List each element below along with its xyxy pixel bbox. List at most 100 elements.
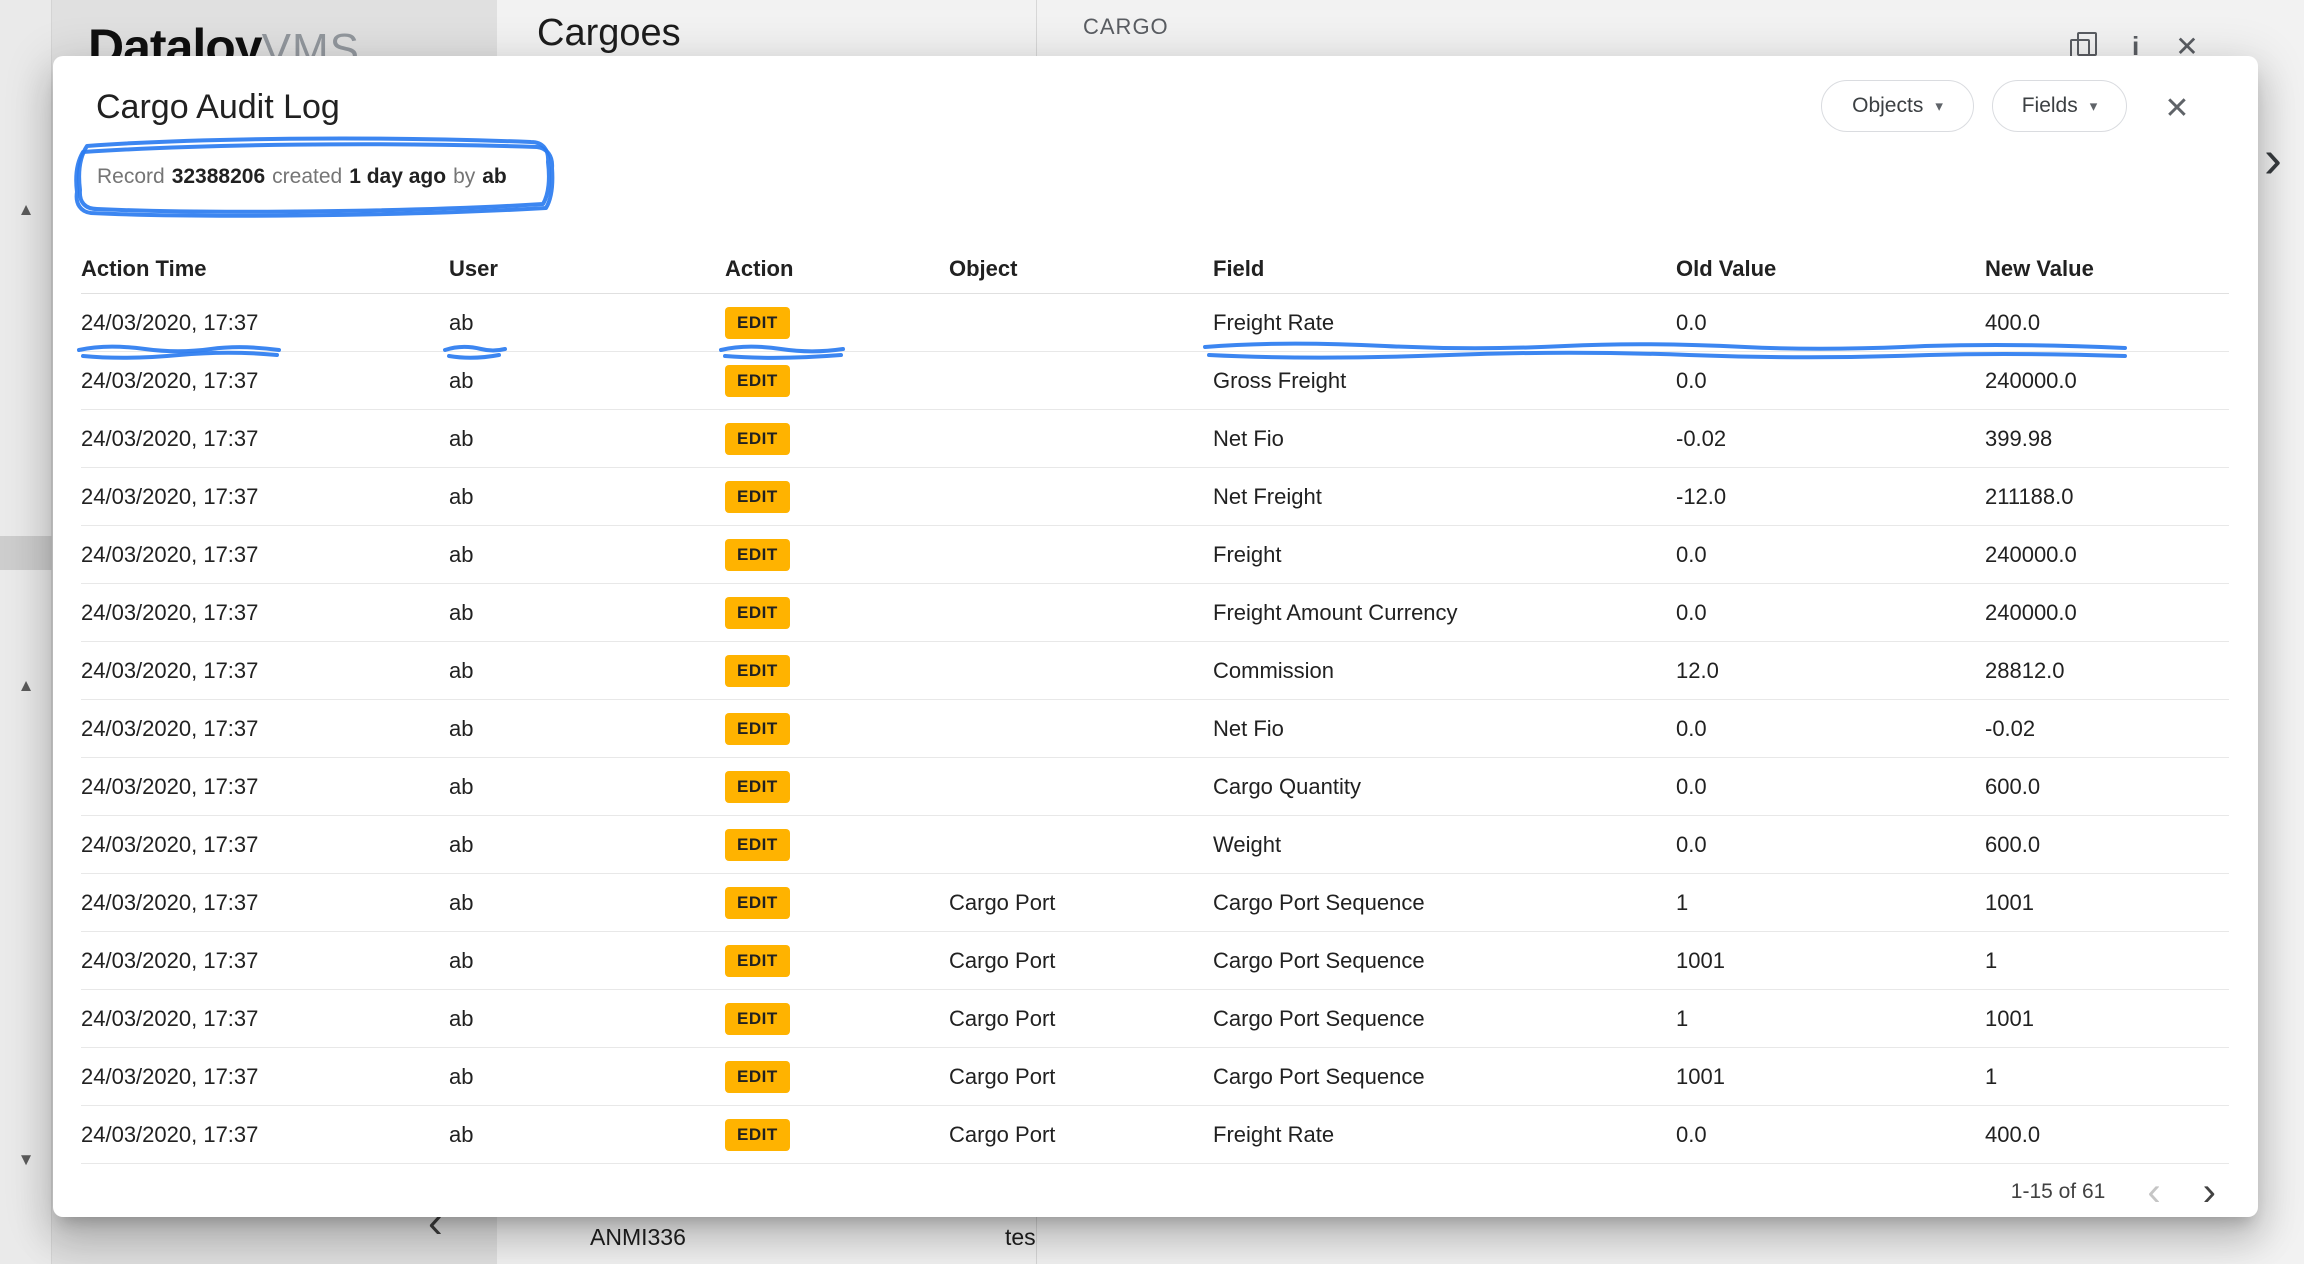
cell-object: Cargo Port — [949, 890, 1213, 916]
cell-user: ab — [449, 832, 725, 858]
table-row: 24/03/2020, 17:37 ab EDIT Cargo Port Car… — [81, 874, 2229, 932]
cell-field: Freight Amount Currency — [1213, 600, 1676, 626]
header-user: User — [449, 256, 725, 282]
record-created-word: created — [272, 165, 342, 189]
cell-action: EDIT — [725, 481, 949, 513]
cell-action-time: 24/03/2020, 17:37 — [81, 1064, 449, 1090]
cell-action: EDIT — [725, 307, 949, 339]
cell-user: ab — [449, 310, 725, 336]
edit-action-badge: EDIT — [725, 829, 790, 861]
cell-new-value: 600.0 — [1985, 832, 2229, 858]
cell-action: EDIT — [725, 771, 949, 803]
header-object: Object — [949, 256, 1213, 282]
fields-filter-button[interactable]: Fields ▾ — [1992, 80, 2127, 132]
table-row: 24/03/2020, 17:37 ab EDIT Cargo Port Car… — [81, 990, 2229, 1048]
cell-old-value: -12.0 — [1676, 484, 1985, 510]
cell-field: Freight Rate — [1213, 310, 1676, 336]
record-id: 32388206 — [172, 165, 265, 189]
cargo-audit-log-dialog: Cargo Audit Log Objects ▾ Fields ▾ ✕ Rec… — [53, 56, 2258, 1217]
dialog-close-icon[interactable]: ✕ — [2153, 84, 2201, 132]
edit-action-badge: EDIT — [725, 887, 790, 919]
chevron-down-icon: ▾ — [1935, 97, 1943, 115]
cell-new-value: 600.0 — [1985, 774, 2229, 800]
cell-action-time: 24/03/2020, 17:37 — [81, 832, 449, 858]
cell-action-time: 24/03/2020, 17:37 — [81, 310, 449, 336]
cell-user: ab — [449, 774, 725, 800]
table-row: 24/03/2020, 17:37 ab EDIT Net Freight -1… — [81, 468, 2229, 526]
edit-action-badge: EDIT — [725, 771, 790, 803]
cell-field: Weight — [1213, 832, 1676, 858]
cell-old-value: 0.0 — [1676, 716, 1985, 742]
edit-action-badge: EDIT — [725, 597, 790, 629]
cell-field: Net Freight — [1213, 484, 1676, 510]
edit-action-badge: EDIT — [725, 423, 790, 455]
cell-action: EDIT — [725, 829, 949, 861]
cell-action-time: 24/03/2020, 17:37 — [81, 426, 449, 452]
cell-old-value: 0.0 — [1676, 1122, 1985, 1148]
cell-action-time: 24/03/2020, 17:37 — [81, 600, 449, 626]
dialog-title: Cargo Audit Log — [96, 88, 340, 127]
cell-user: ab — [449, 542, 725, 568]
cell-action-time: 24/03/2020, 17:37 — [81, 484, 449, 510]
cell-action: EDIT — [725, 597, 949, 629]
cell-new-value: 399.98 — [1985, 426, 2229, 452]
cell-field: Cargo Port Sequence — [1213, 890, 1676, 916]
cell-action-time: 24/03/2020, 17:37 — [81, 774, 449, 800]
cell-field: Net Fio — [1213, 716, 1676, 742]
table-row: 24/03/2020, 17:37 ab EDIT Commission 12.… — [81, 642, 2229, 700]
cell-user: ab — [449, 426, 725, 452]
cell-field: Net Fio — [1213, 426, 1676, 452]
fields-button-label: Fields — [2022, 94, 2078, 118]
table-row: 24/03/2020, 17:37 ab EDIT Freight Amount… — [81, 584, 2229, 642]
cell-old-value: 0.0 — [1676, 542, 1985, 568]
cell-action-time: 24/03/2020, 17:37 — [81, 948, 449, 974]
cell-new-value: 1 — [1985, 948, 2229, 974]
cell-new-value: 1001 — [1985, 890, 2229, 916]
table-row: 24/03/2020, 17:37 ab EDIT Cargo Port Fre… — [81, 1106, 2229, 1164]
cell-action: EDIT — [725, 1119, 949, 1151]
cell-action: EDIT — [725, 539, 949, 571]
cell-old-value: 0.0 — [1676, 774, 1985, 800]
record-user: ab — [482, 165, 507, 189]
cell-user: ab — [449, 1006, 725, 1032]
header-field: Field — [1213, 256, 1676, 282]
cell-field: Cargo Port Sequence — [1213, 948, 1676, 974]
cell-user: ab — [449, 1122, 725, 1148]
record-info-banner: Record 32388206 created 1 day ago by ab — [81, 144, 546, 209]
cell-user: ab — [449, 368, 725, 394]
edit-action-badge: EDIT — [725, 539, 790, 571]
cell-action: EDIT — [725, 713, 949, 745]
audit-log-table: Action Time User Action Object Field Old… — [81, 244, 2229, 1164]
table-row: 24/03/2020, 17:37 ab EDIT Net Fio 0.0 -0… — [81, 700, 2229, 758]
cell-new-value: 240000.0 — [1985, 600, 2229, 626]
cell-old-value: 0.0 — [1676, 832, 1985, 858]
next-page-icon[interactable]: › — [2203, 1172, 2216, 1212]
table-row: 24/03/2020, 17:37 ab EDIT Net Fio -0.02 … — [81, 410, 2229, 468]
edit-action-badge: EDIT — [725, 1119, 790, 1151]
cell-action: EDIT — [725, 887, 949, 919]
cell-new-value: 400.0 — [1985, 1122, 2229, 1148]
cell-object: Cargo Port — [949, 948, 1213, 974]
cell-new-value: 240000.0 — [1985, 368, 2229, 394]
cell-new-value: 211188.0 — [1985, 484, 2229, 510]
objects-button-label: Objects — [1852, 94, 1923, 118]
table-row: 24/03/2020, 17:37 ab EDIT Cargo Quantity… — [81, 758, 2229, 816]
audit-table-body: 24/03/2020, 17:37 ab EDIT Freight Rate 0… — [81, 294, 2229, 1164]
cell-new-value: -0.02 — [1985, 716, 2229, 742]
record-by-word: by — [453, 165, 475, 189]
edit-action-badge: EDIT — [725, 481, 790, 513]
record-prefix: Record — [97, 165, 165, 189]
cell-user: ab — [449, 484, 725, 510]
record-time-ago: 1 day ago — [349, 165, 446, 189]
objects-filter-button[interactable]: Objects ▾ — [1821, 80, 1974, 132]
cell-old-value: 0.0 — [1676, 600, 1985, 626]
cell-field: Cargo Port Sequence — [1213, 1064, 1676, 1090]
cell-object: Cargo Port — [949, 1122, 1213, 1148]
edit-action-badge: EDIT — [725, 655, 790, 687]
cell-new-value: 1 — [1985, 1064, 2229, 1090]
header-action-time: Action Time — [81, 256, 449, 282]
cell-action-time: 24/03/2020, 17:37 — [81, 658, 449, 684]
cell-action-time: 24/03/2020, 17:37 — [81, 716, 449, 742]
cell-action-time: 24/03/2020, 17:37 — [81, 542, 449, 568]
previous-page-icon[interactable]: ‹ — [2147, 1172, 2160, 1212]
